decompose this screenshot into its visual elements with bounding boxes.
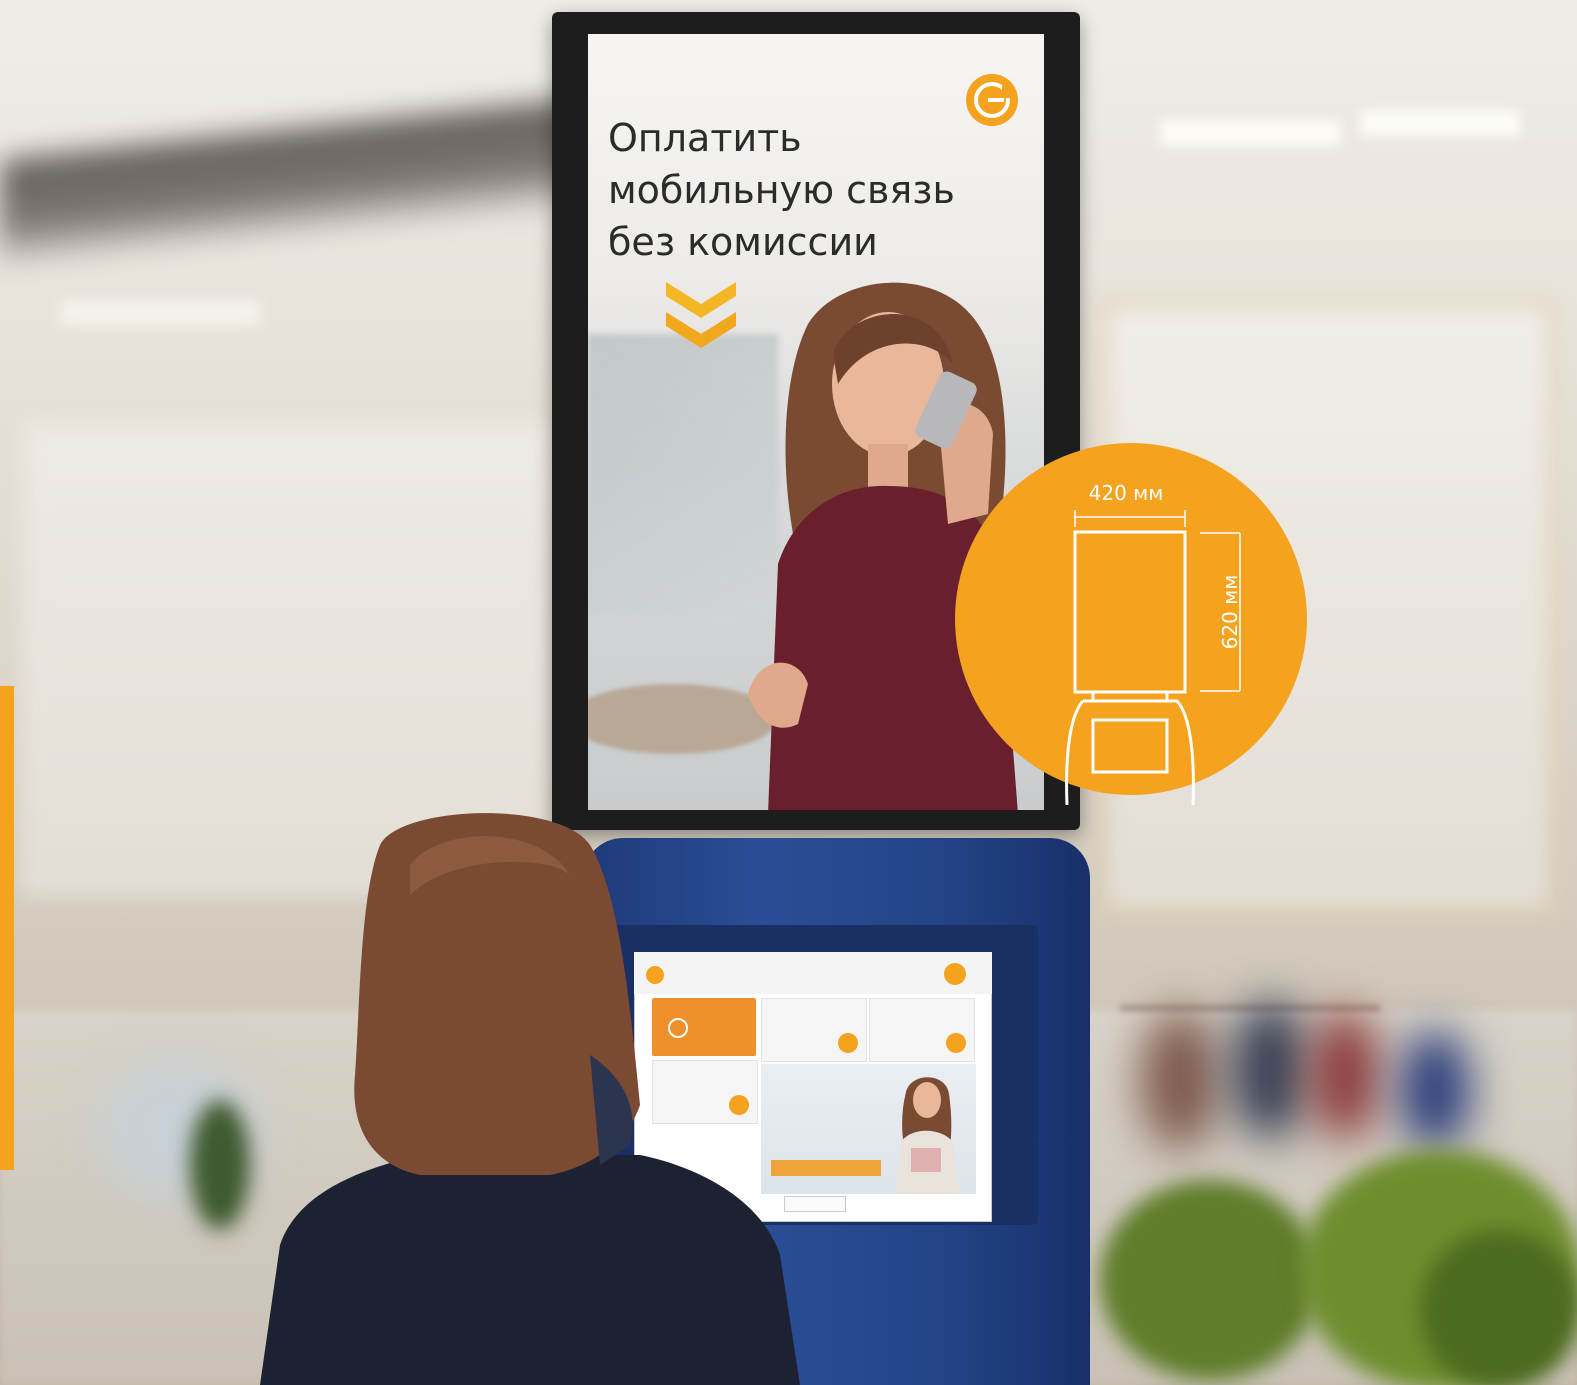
clothes	[1230, 1000, 1310, 1140]
height-label: 620 мм	[1218, 574, 1242, 650]
brand-logo-icon	[966, 74, 1018, 126]
plant	[1100, 1180, 1320, 1380]
width-label: 420 мм	[1088, 481, 1164, 505]
customer-back-view	[260, 813, 800, 1385]
kiosk-exit-button[interactable]	[944, 963, 966, 985]
kiosk-tile[interactable]	[869, 998, 975, 1062]
banner-woman	[896, 1077, 959, 1194]
plant	[190, 1100, 250, 1230]
accent-strip	[0, 686, 14, 1170]
ceiling-light	[1160, 120, 1340, 146]
tile-arrow-icon	[838, 1033, 858, 1053]
tile-arrow-icon	[946, 1033, 966, 1053]
clothes	[1310, 1010, 1380, 1140]
headline-line: мобильную связь	[608, 168, 955, 212]
poster-headline: Оплатить мобильную связь без комиссии	[608, 112, 1044, 268]
plant	[1420, 1230, 1577, 1385]
clothes	[1140, 1010, 1220, 1150]
clothes	[1400, 1030, 1470, 1150]
ceiling-light	[60, 300, 260, 326]
ceiling-light	[1360, 110, 1520, 136]
